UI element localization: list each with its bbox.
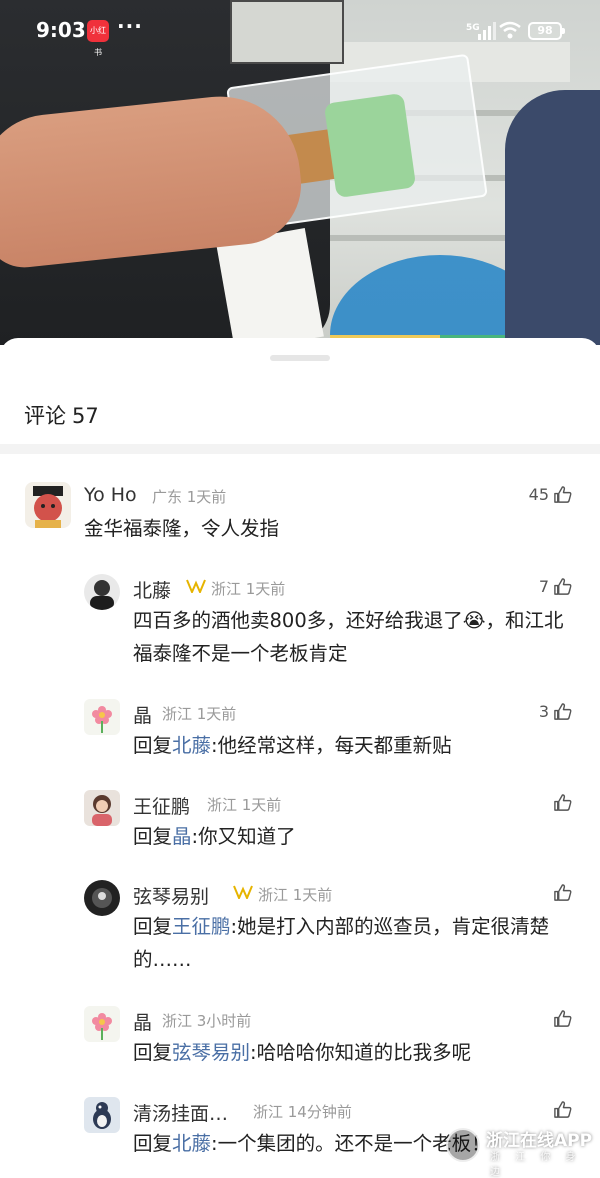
commenter-name[interactable]: 弦琴易别 [133,882,209,909]
watermark-logo-icon [446,1128,480,1162]
status-bar: 9:03 小红书 ··· 5G 98 [0,0,600,64]
like-button[interactable] [553,1100,572,1119]
reply-prefix: 回复 [133,1132,173,1155]
thumbs-up-icon [554,884,572,901]
like-button[interactable] [553,1009,572,1028]
bird-avatar-icon [93,1102,111,1129]
like-button[interactable]: 45 [529,485,572,504]
reply-text: :哈哈哈你知道的比我多呢 [250,1041,472,1064]
flower-avatar-icon [92,1013,112,1040]
video-person-right [505,90,600,345]
reply-text: :你又知道了 [191,825,296,848]
comment-text: 回复弦琴易别:哈哈哈你知道的比我多呢 [133,1036,573,1069]
commenter-name[interactable]: 晶 [133,1008,152,1035]
comments-header: 评论 57 [24,400,99,430]
comment-meta: 广东 1天前 [152,488,227,506]
thumbs-up-icon [554,1101,572,1118]
section-divider [0,444,600,454]
avatar[interactable] [84,574,120,610]
thumbs-up-icon [554,578,572,595]
commenter-name[interactable]: 北藤 [133,576,171,603]
video-green-label [323,92,417,199]
comment-meta: 浙江 1天前 [162,705,237,723]
commenter-name[interactable]: Yo Ho [84,484,137,506]
like-button[interactable] [553,793,572,812]
flower-avatar-icon [92,706,112,733]
wifi-icon [499,21,521,39]
like-count: 3 [538,702,549,721]
like-button[interactable]: 7 [539,577,572,596]
avatar[interactable] [84,790,120,826]
comment-text: 金华福泰隆，令人发指 [84,517,280,540]
comment-text: 回复王征鹏:她是打入内部的巡查员，肯定很清楚的…… [133,910,578,976]
reply-target-name[interactable]: 晶 [172,825,192,848]
watermark: 浙江在线APP 浙 江 你 身 边 [446,1124,596,1178]
commenter-name[interactable]: 王征鹏 [133,792,190,819]
like-count: 7 [538,577,549,596]
dark-avatar-icon [92,888,112,908]
comment-meta: 浙江 1天前 [207,796,282,814]
reply-prefix: 回复 [133,825,173,848]
reply-prefix: 回复 [133,1041,173,1064]
reply-prefix: 回复 [133,734,173,757]
avatar[interactable] [84,1006,120,1042]
girl-avatar-icon [92,795,112,826]
app-notification-icon: 小红书 [87,20,109,57]
thumbs-up-icon [554,794,572,811]
comment-meta: 浙江 14分钟前 [253,1103,352,1121]
watermark-subtext: 浙 江 你 身 边 [490,1152,582,1178]
reply-target-name[interactable]: 北藤 [172,734,211,757]
comment-text: 回复北藤:他经常这样，每天都重新贴 [133,729,573,762]
avatar[interactable] [84,699,120,735]
avatar[interactable] [84,1097,120,1133]
reply-target-name[interactable]: 王征鹏 [172,915,231,938]
reply-prefix: 回复 [133,915,173,938]
comment-text: 回复晶:你又知道了 [133,820,573,853]
sheet-drag-handle[interactable] [270,355,330,361]
battery-icon: 98 [528,22,565,40]
comment-meta: 浙江 1天前 [211,580,286,598]
thumbs-up-icon [554,486,572,503]
reply-text: :他经常这样，每天都重新贴 [211,734,452,757]
more-notifications-icon: ··· [117,14,143,38]
thumbs-up-icon [554,703,572,720]
comment-meta: 浙江 3小时前 [162,1012,252,1030]
like-button[interactable] [553,883,572,902]
vip-badge-icon [186,579,206,593]
avatar[interactable] [25,482,71,528]
like-count: 45 [528,485,549,504]
avatar[interactable] [84,880,120,916]
status-time: 9:03 [36,18,86,42]
commenter-name[interactable]: 晶 [133,701,152,728]
thumbs-up-icon [554,1010,572,1027]
comment-meta: 浙江 1天前 [258,886,333,904]
signal-icon [474,22,496,40]
cartoon-avatar-icon [33,486,63,528]
like-button[interactable]: 3 [539,702,572,721]
vip-badge-icon [233,885,253,899]
commenter-name[interactable]: 清汤挂面… [133,1099,228,1126]
comments-title: 评论 [24,404,66,428]
reply-target-name[interactable]: 北藤 [172,1132,211,1155]
comment-text: 四百多的酒他卖800多，还好给我退了😭，和江北福泰隆不是一个老板肯定 [133,609,564,665]
comments-count: 57 [72,404,99,428]
person-avatar-icon [90,580,114,610]
reply-target-name[interactable]: 弦琴易别 [172,1041,250,1064]
